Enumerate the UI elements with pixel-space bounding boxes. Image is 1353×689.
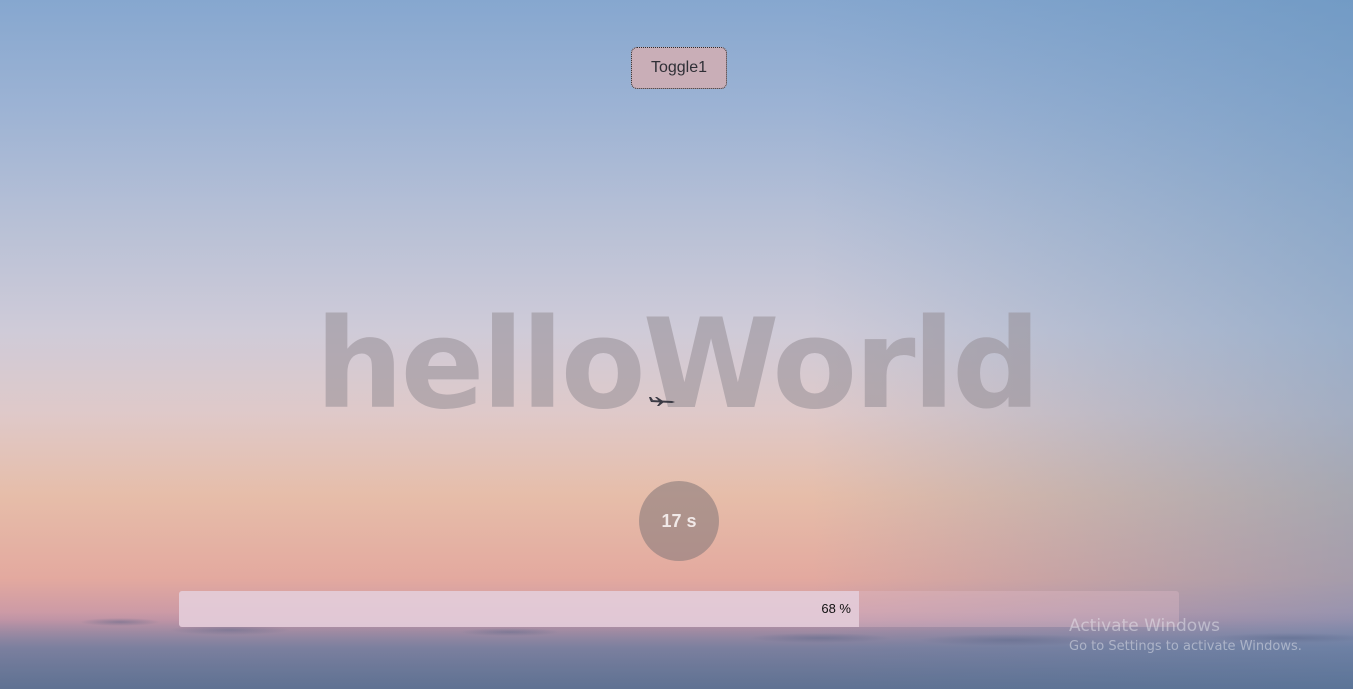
progress-bar: 68 %	[179, 591, 1179, 627]
windows-activation-watermark: Activate Windows Go to Settings to activ…	[1069, 615, 1349, 656]
watermark-subtitle: Go to Settings to activate Windows.	[1069, 639, 1302, 654]
watermark-title: Activate Windows	[1069, 616, 1220, 636]
countdown-timer: 17 s	[639, 481, 719, 561]
progress-fill: 68 %	[179, 591, 859, 627]
progress-label: 68 %	[821, 601, 851, 616]
hero-title: helloWorld	[315, 293, 1041, 437]
airplane-icon	[649, 397, 675, 406]
toggle-button[interactable]: Toggle1	[631, 47, 727, 89]
timer-text: 17 s	[661, 510, 697, 531]
